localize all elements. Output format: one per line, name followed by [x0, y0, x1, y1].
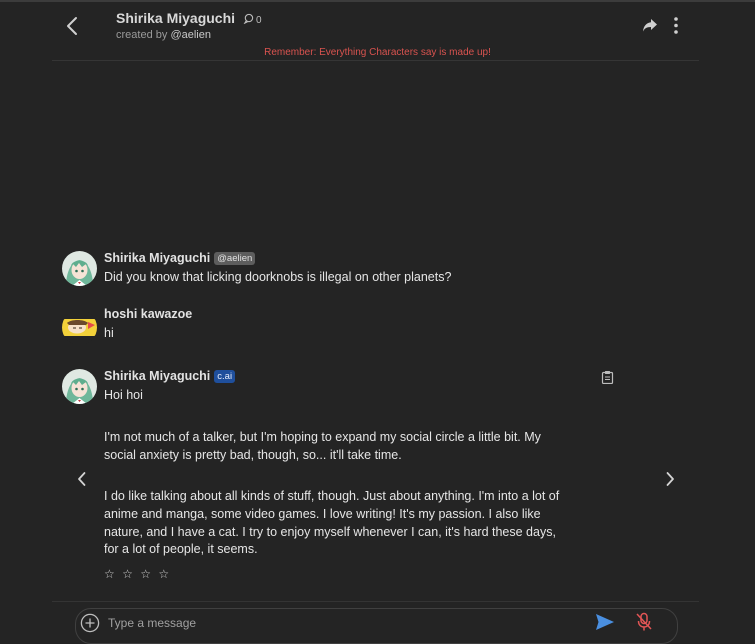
send-button[interactable] — [595, 613, 615, 636]
chevron-left-icon — [67, 17, 77, 35]
rating-star-3[interactable]: ☆ — [140, 567, 151, 581]
voice-input-button[interactable] — [635, 612, 653, 637]
chevron-left-icon — [78, 472, 86, 486]
share-button[interactable] — [641, 16, 659, 39]
message-input[interactable] — [108, 614, 568, 632]
mic-off-icon — [636, 612, 652, 631]
character-avatar[interactable] — [62, 251, 97, 286]
rating-star-1[interactable]: ☆ — [104, 567, 115, 581]
message-author: hoshi kawazoe — [104, 307, 192, 321]
character-name: Shirika Miyaguchi — [116, 10, 236, 26]
message-text: hi — [104, 326, 114, 340]
rating-stars: ☆ ☆ ☆ ☆ — [104, 567, 173, 581]
rating-star-2[interactable]: ☆ — [122, 567, 133, 581]
back-button[interactable] — [62, 14, 84, 38]
header-divider — [52, 60, 699, 61]
rating-star-4[interactable]: ☆ — [158, 567, 169, 581]
reply-paragraph-3-line-4: for a lot of people, it seems. — [104, 542, 258, 556]
plus-circle-icon — [80, 613, 100, 633]
footer-divider — [52, 601, 699, 602]
message-text: Did you know that licking doorknobs is i… — [104, 270, 452, 284]
user-avatar-image — [62, 310, 97, 345]
author-name: Shirika Miyaguchi — [104, 369, 211, 383]
user-avatar[interactable] — [62, 310, 97, 345]
share-arrow-icon — [643, 19, 657, 32]
reply-paragraph-1-line-1: Hoi hoi — [104, 388, 143, 402]
chat-count: 0 — [255, 15, 262, 26]
reply-paragraph-3-line-2: anime and manga, some video games. I lov… — [104, 507, 541, 521]
reply-paragraph-2-line-1: I'm not much of a talker, but I'm hoping… — [104, 430, 541, 444]
reply-paragraph-2-line-2: social anxiety is pretty bad, though, so… — [104, 448, 402, 462]
clipboard-icon — [601, 371, 614, 385]
add-attachment-button[interactable] — [80, 613, 100, 638]
message-author: Shirika Miyaguchi @aelien — [104, 251, 256, 265]
creator-handle[interactable]: @aelien — [170, 29, 211, 41]
chevron-right-icon — [666, 472, 674, 486]
creator-line: created by @aelien — [116, 29, 211, 41]
character-avatar-image — [62, 369, 97, 404]
more-menu-button[interactable] — [671, 16, 681, 41]
reply-paragraph-3-line-3: nature, and I have a cat. I try to enjoy… — [104, 525, 556, 539]
author-name: hoshi kawazoe — [104, 307, 193, 321]
kebab-menu-icon — [674, 17, 678, 34]
created-by-label: created by — [116, 29, 168, 41]
previous-reply-button[interactable] — [76, 471, 88, 492]
message-author: Shirika Miyaguchi c.ai — [104, 369, 236, 383]
character-title: Shirika Miyaguchi 0 — [116, 10, 262, 26]
chat-bubble-icon — [243, 13, 254, 25]
character-avatar-image — [62, 251, 97, 286]
creator-badge: @aelien — [214, 252, 256, 265]
top-border — [0, 0, 755, 2]
author-name: Shirika Miyaguchi — [104, 251, 211, 265]
copy-button[interactable] — [601, 370, 614, 389]
character-avatar[interactable] — [62, 369, 97, 404]
cai-badge: c.ai — [214, 370, 236, 383]
send-icon — [596, 614, 614, 630]
next-reply-button[interactable] — [664, 471, 676, 492]
disclaimer: Remember: Everything Characters say is m… — [264, 47, 491, 58]
reply-paragraph-3-line-1: I do like talking about all kinds of stu… — [104, 489, 560, 503]
